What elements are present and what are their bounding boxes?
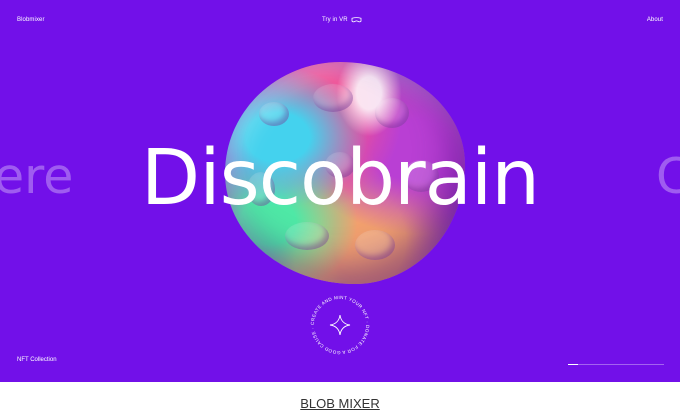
vr-headset-icon (351, 17, 362, 23)
vr-label: Try in VR (322, 17, 348, 23)
mint-nft-badge[interactable]: CREATE AND MINT YOUR NFT · DONATE FOR A … (308, 293, 372, 357)
carousel-progress-bar (568, 364, 664, 365)
sparkle-icon (329, 314, 351, 336)
about-link[interactable]: About (647, 17, 663, 23)
blob-mixer-caption-link[interactable]: BLOB MIXER (0, 396, 680, 411)
blob-title: Discobrain (140, 134, 540, 223)
badge-ring-text: CREATE AND MINT YOUR NFT · DONATE FOR A … (310, 295, 370, 355)
progress-fill (568, 364, 578, 365)
nft-collection-link[interactable]: NFT Collection (17, 357, 57, 363)
hero-stage: Blobmixer Try in VR About ere C Discobra… (0, 0, 680, 382)
brand-link[interactable]: Blobmixer (17, 17, 45, 23)
try-in-vr-button[interactable]: Try in VR (322, 17, 362, 23)
